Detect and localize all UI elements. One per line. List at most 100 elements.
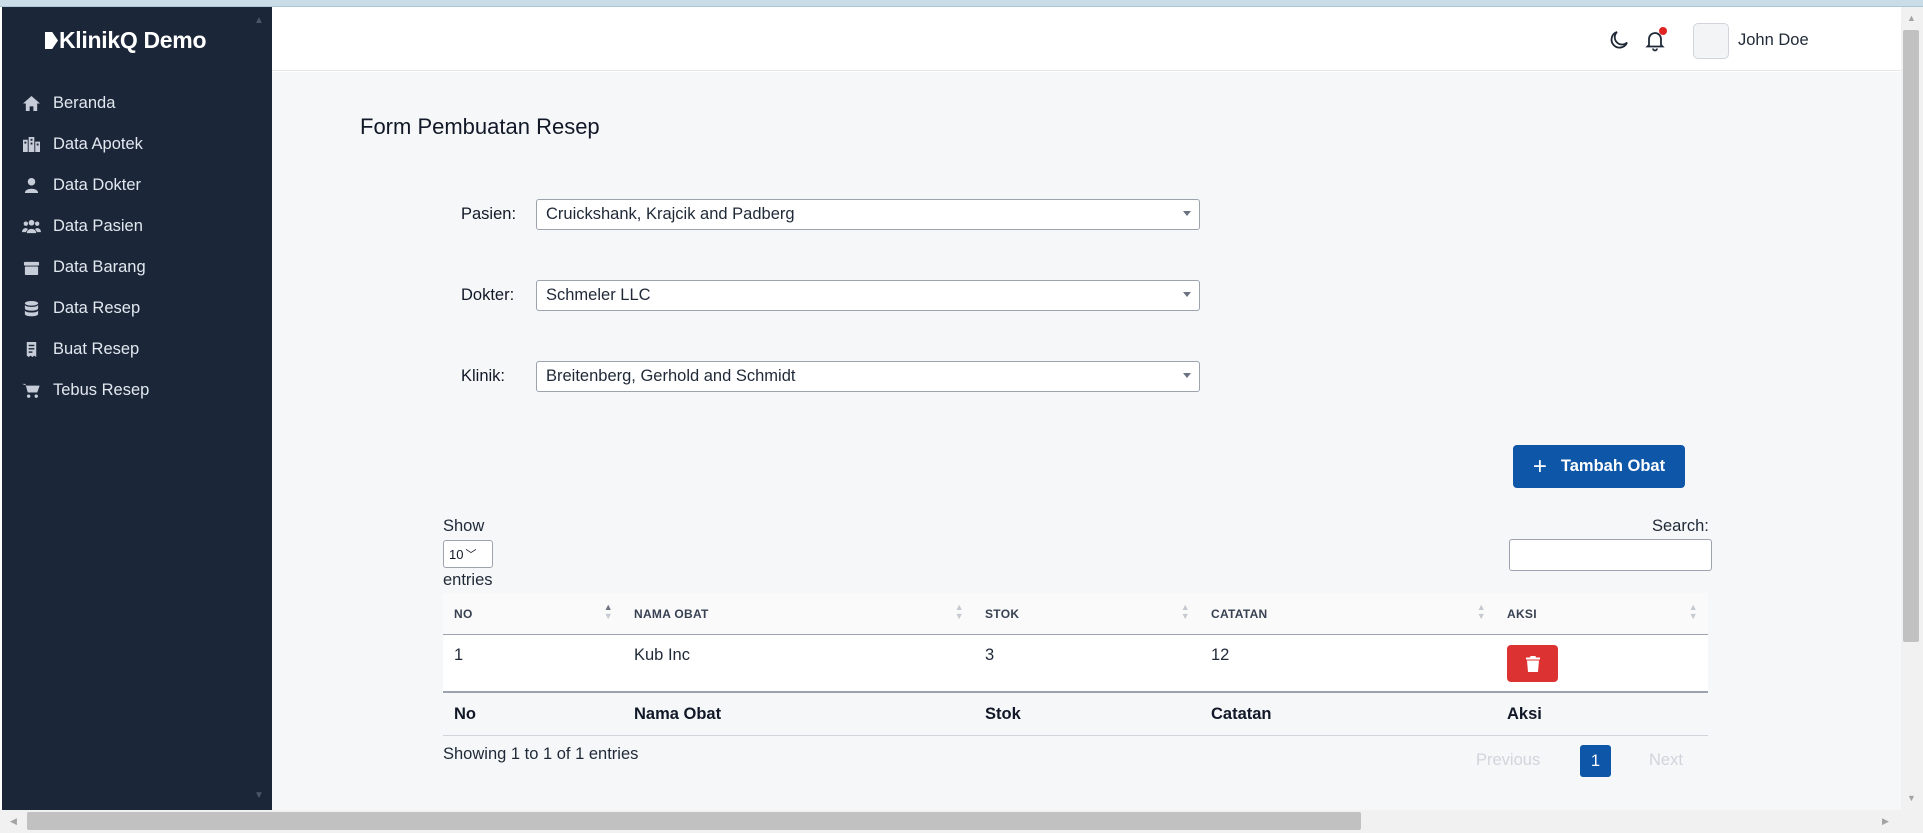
- table-header-row: NO ▲ ▼ NAMA OBAT ▲ ▼ STOK ▲ ▼ CATATAN ▲ ▼ AKSI ▲ ▼: [443, 593, 1708, 635]
- table-row: 1 Kub Inc 3 12: [443, 635, 1708, 693]
- database-icon: [20, 300, 42, 318]
- sidebar-item-label: Data Dokter: [53, 176, 142, 194]
- sort-icon: ▲ ▼: [1688, 601, 1698, 621]
- vertical-scrollbar-thumb[interactable]: [1903, 30, 1919, 642]
- horizontal-scrollbar-thumb[interactable]: [27, 812, 1361, 830]
- scroll-down-arrow-icon[interactable]: ▼: [254, 790, 264, 801]
- sort-icon: ▲ ▼: [954, 601, 964, 621]
- column-header-label: STOK: [985, 606, 1020, 621]
- tambah-obat-button[interactable]: + Tambah Obat: [1513, 445, 1685, 488]
- scroll-down-arrow-icon[interactable]: ▼: [1907, 793, 1916, 803]
- dropdown-caret-icon: [1183, 292, 1191, 297]
- column-header-nama-obat[interactable]: NAMA OBAT ▲ ▼: [623, 593, 974, 635]
- scroll-left-arrow-icon[interactable]: ◀: [10, 816, 17, 827]
- receipt-icon: [20, 341, 42, 359]
- sort-icon: ▲ ▼: [1476, 601, 1486, 621]
- column-header-no[interactable]: NO ▲ ▼: [443, 593, 623, 635]
- sidebar-nav: Beranda Data Apotek Data Dokter Data Pas…: [2, 83, 272, 411]
- window-top-border: [0, 0, 1923, 7]
- sidebar-item-data-dokter[interactable]: Data Dokter: [2, 165, 272, 206]
- delete-button[interactable]: [1507, 645, 1558, 682]
- sidebar-item-label: Tebus Resep: [53, 381, 150, 399]
- doctor-icon: [20, 177, 42, 195]
- sidebar-item-label: Data Apotek: [53, 135, 143, 153]
- column-header-catatan[interactable]: CATATAN ▲ ▼: [1200, 593, 1496, 635]
- top-bar: John Doe: [272, 7, 1901, 71]
- sort-icon: ▲ ▼: [1180, 601, 1190, 621]
- building-icon: [20, 136, 42, 154]
- cell-no: 1: [454, 646, 464, 664]
- footer-aksi: Aksi: [1507, 704, 1542, 723]
- pagination-page-1[interactable]: 1: [1580, 745, 1611, 777]
- show-label: Show: [443, 517, 485, 535]
- scroll-up-arrow-icon[interactable]: ▲: [1907, 13, 1916, 23]
- sidebar-item-label: Data Barang: [53, 258, 146, 276]
- pasien-select[interactable]: Cruickshank, Krajcik and Padberg: [536, 199, 1200, 230]
- dokter-select[interactable]: Schmeler LLC: [536, 280, 1200, 311]
- cell-stok: 3: [985, 646, 995, 664]
- sidebar-item-label: Data Resep: [53, 299, 141, 317]
- pasien-row: Pasien: Cruickshank, Krajcik and Padberg: [461, 199, 1200, 230]
- dokter-label: Dokter:: [461, 286, 515, 304]
- avatar[interactable]: [1693, 23, 1729, 59]
- footer-stok: Stok: [985, 704, 1021, 723]
- column-header-aksi[interactable]: AKSI ▲ ▼: [1496, 593, 1708, 635]
- column-header-label: NO: [454, 606, 473, 621]
- pagination-next[interactable]: Next: [1649, 751, 1683, 770]
- page-title: Form Pembuatan Resep: [360, 114, 600, 139]
- dokter-row: Dokter: Schmeler LLC: [461, 280, 1200, 311]
- klinik-selected-value: Breitenberg, Gerhold and Schmidt: [546, 367, 796, 385]
- table-info: Showing 1 to 1 of 1 entries: [443, 745, 639, 763]
- sidebar-item-beranda[interactable]: Beranda: [2, 83, 272, 124]
- logo-icon: [45, 32, 58, 49]
- scroll-right-arrow-icon[interactable]: ▶: [1882, 816, 1889, 827]
- sidebar: KlinikQ Demo ▲ Beranda Data Apotek Data …: [2, 7, 272, 810]
- search-input[interactable]: [1509, 539, 1712, 571]
- dark-mode-toggle-moon-icon[interactable]: [1607, 28, 1631, 52]
- brand-logo[interactable]: KlinikQ Demo: [45, 27, 207, 54]
- footer-no: No: [454, 704, 476, 723]
- users-icon: [20, 218, 42, 236]
- dokter-selected-value: Schmeler LLC: [546, 286, 651, 304]
- footer-nama-obat: Nama Obat: [634, 704, 722, 723]
- table-footer-row: No Nama Obat Stok Catatan Aksi: [443, 693, 1708, 736]
- sidebar-item-data-pasien[interactable]: Data Pasien: [2, 206, 272, 247]
- klinik-select[interactable]: Breitenberg, Gerhold and Schmidt: [536, 361, 1200, 392]
- sidebar-item-data-apotek[interactable]: Data Apotek: [2, 124, 272, 165]
- sidebar-item-tebus-resep[interactable]: Tebus Resep: [2, 370, 272, 411]
- cart-icon: [20, 382, 42, 400]
- entries-length-select[interactable]: 10 ﹀: [443, 540, 493, 568]
- trash-icon: [1525, 655, 1540, 672]
- notification-bell-icon[interactable]: [1643, 27, 1667, 52]
- entries-length-value: 10: [449, 546, 464, 562]
- sidebar-item-data-resep[interactable]: Data Resep: [2, 288, 272, 329]
- cell-aksi: [1496, 635, 1708, 682]
- column-header-label: NAMA OBAT: [634, 606, 709, 621]
- scroll-up-arrow-icon[interactable]: ▲: [254, 15, 264, 26]
- column-header-label: AKSI: [1507, 606, 1537, 621]
- sidebar-item-label: Buat Resep: [53, 340, 140, 358]
- pasien-label: Pasien:: [461, 205, 517, 223]
- dropdown-caret-icon: [1183, 211, 1191, 216]
- plus-icon: +: [1532, 452, 1547, 480]
- footer-catatan: Catatan: [1211, 704, 1272, 723]
- entries-label: entries: [443, 571, 493, 589]
- sidebar-item-data-barang[interactable]: Data Barang: [2, 247, 272, 288]
- dropdown-caret-icon: [1183, 373, 1191, 378]
- brand-name: KlinikQ Demo: [59, 27, 207, 53]
- home-icon: [20, 95, 42, 113]
- cell-nama-obat: Kub Inc: [634, 646, 690, 664]
- sidebar-item-buat-resep[interactable]: Buat Resep: [2, 329, 272, 370]
- klinik-row: Klinik: Breitenberg, Gerhold and Schmidt: [461, 361, 1200, 392]
- sort-asc-icon: ▲ ▼: [603, 601, 613, 621]
- user-name[interactable]: John Doe: [1738, 31, 1809, 50]
- sidebar-item-label: Data Pasien: [53, 217, 143, 235]
- obat-table: NO ▲ ▼ NAMA OBAT ▲ ▼ STOK ▲ ▼ CATATAN ▲ ▼ AKSI ▲ ▼…: [443, 593, 1708, 736]
- sidebar-item-label: Beranda: [53, 94, 116, 112]
- pagination-previous[interactable]: Previous: [1476, 751, 1540, 770]
- tambah-obat-label: Tambah Obat: [1560, 457, 1666, 475]
- column-header-stok[interactable]: STOK ▲ ▼: [974, 593, 1200, 635]
- pasien-selected-value: Cruickshank, Krajcik and Padberg: [546, 205, 795, 223]
- column-header-label: CATATAN: [1211, 606, 1268, 621]
- cell-catatan: 12: [1211, 646, 1230, 664]
